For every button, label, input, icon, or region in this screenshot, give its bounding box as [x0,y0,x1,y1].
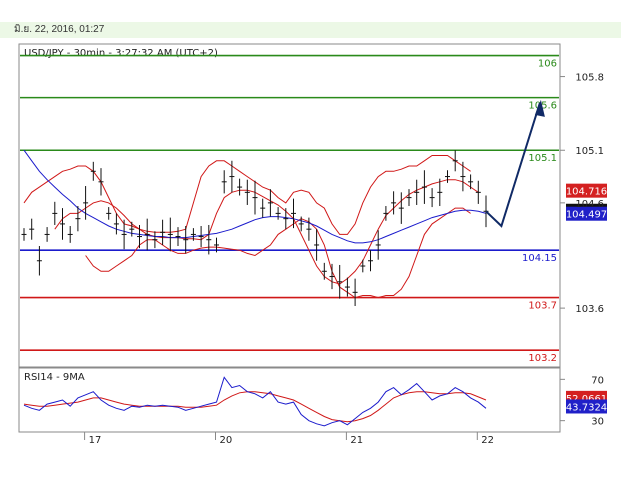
level-label-3: 104.15 [522,253,557,264]
x-tick-label-1: 20 [220,435,233,446]
x-tick-label-3: 22 [481,435,494,446]
rsi-tick-label-1: 30 [591,417,604,428]
y-tick-label-2: 104.6 [575,199,604,210]
x-tick-label-0: 17 [89,435,102,446]
chart-window: มิ.ย. 22, 2016, 01:27 USD/JPY - 30min - … [0,0,621,486]
rsi-plot-area [18,367,561,433]
level-label-5: 103.2 [528,353,557,364]
price-tag-label-2: 104.497 [566,210,607,221]
rsi-chart-title: RSI14 - 9MA [24,372,85,383]
rsi-tag-label-1: 43.7324 [566,402,607,413]
price-chart-title: USD/JPY - 30min - 3:27:32 AM (UTC+2) [24,48,218,59]
level-label-0: 106 [538,59,557,70]
rsi-tick-label-0: 70 [591,375,604,386]
y-tick-label-3: 103.6 [575,304,604,315]
price-tag-label-0: 104.716 [566,187,607,198]
price-plot-area [18,43,561,368]
y-tick-label-1: 105.1 [575,146,604,157]
y-tick-label-0: 105.8 [575,73,604,84]
level-label-2: 105.1 [528,153,557,164]
level-label-4: 103.7 [528,301,557,312]
x-tick-label-2: 21 [350,435,363,446]
price-chart: USD/JPY - 30min - 3:27:32 AM (UTC+2) 106… [18,43,607,446]
